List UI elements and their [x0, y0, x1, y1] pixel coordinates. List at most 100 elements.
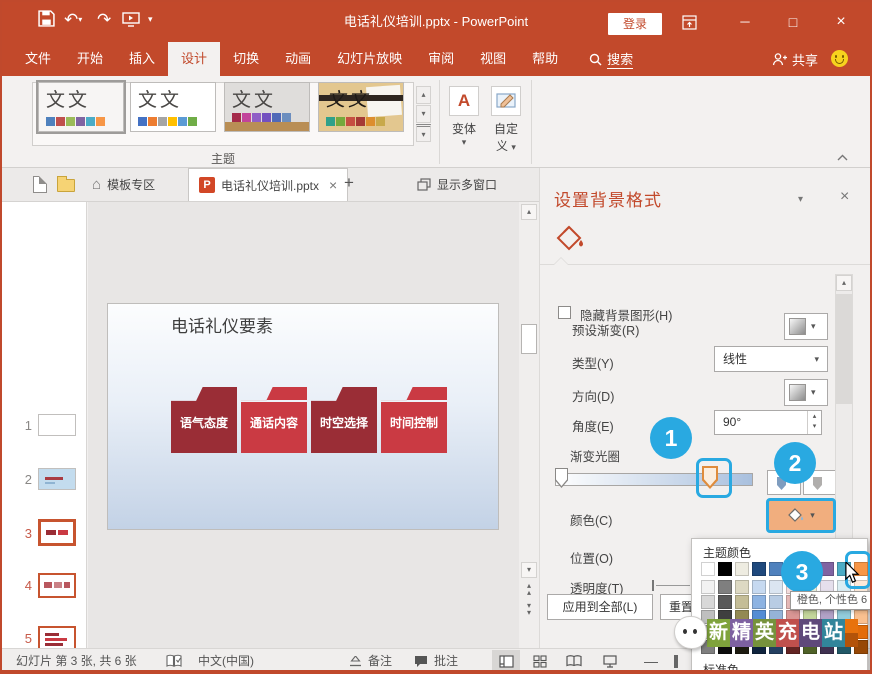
variants-button[interactable]: 变体 ▾	[442, 120, 486, 148]
tab-transitions[interactable]: 切换	[220, 42, 272, 76]
customize-button[interactable]: 自定 义 ▾	[484, 120, 528, 154]
variants-icon[interactable]: A	[449, 86, 479, 116]
start-slideshow-icon[interactable]	[122, 12, 140, 27]
preset-gradient-dropdown[interactable]: ▾	[784, 313, 828, 340]
pane-scroll-up-icon[interactable]: ▴	[836, 275, 852, 291]
folder-shape-2[interactable]: 通话内容	[241, 387, 307, 453]
color-swatch[interactable]	[701, 580, 715, 594]
slide-thumbnail-1[interactable]	[38, 414, 76, 436]
color-swatch[interactable]	[752, 580, 766, 594]
color-swatch[interactable]	[718, 562, 732, 576]
tab-insert[interactable]: 插入	[116, 42, 168, 76]
slide-thumbnail-2[interactable]	[38, 468, 76, 490]
maximize-button[interactable]: □	[778, 11, 808, 33]
theme-thumbnail-3[interactable]: 文文	[224, 82, 310, 132]
angle-spinner[interactable]: 90° ▴ ▾	[714, 410, 822, 435]
color-swatch[interactable]	[718, 580, 732, 594]
tab-file[interactable]: 文件	[12, 42, 64, 76]
direction-dropdown[interactable]: ▾	[784, 379, 828, 406]
color-dropdown-button[interactable]: ▾	[766, 498, 836, 533]
search-box[interactable]: 搜索	[577, 42, 645, 76]
theme-thumbnail-2[interactable]: 文文	[130, 82, 216, 132]
gallery-more-icon[interactable]: ▾	[416, 124, 431, 142]
color-swatch[interactable]	[735, 562, 749, 576]
slide-title[interactable]: 电话礼仪要素	[171, 312, 273, 337]
tab-active-document[interactable]: P 电话礼仪培训.pptx ×	[188, 168, 349, 201]
tab-slideshow[interactable]: 幻灯片放映	[324, 42, 415, 76]
theme-swatch	[262, 113, 271, 122]
folder-shape-1[interactable]: 语气态度	[171, 387, 237, 453]
color-swatch[interactable]	[769, 580, 783, 594]
new-tab-icon[interactable]: +	[344, 173, 354, 193]
tab-animations[interactable]: 动画	[272, 42, 324, 76]
slideshow-view-icon[interactable]	[596, 650, 624, 672]
watermark-text: 新精英充电站	[707, 618, 845, 647]
color-swatch[interactable]	[701, 562, 715, 576]
scrollbar-thumb[interactable]	[521, 324, 537, 354]
watermark-char: 电	[799, 618, 822, 647]
tab-view[interactable]: 视图	[467, 42, 519, 76]
pane-menu-chevron-icon[interactable]: ▾	[798, 194, 803, 205]
next-slide-icon[interactable]: ▾ ▾	[521, 602, 537, 618]
pane-scrollbar-thumb[interactable]	[836, 294, 852, 404]
transparency-slider-handle[interactable]	[652, 580, 654, 591]
color-swatch[interactable]	[701, 595, 715, 609]
share-button[interactable]: 共享	[772, 42, 818, 76]
tab-review[interactable]: 审阅	[415, 42, 467, 76]
gallery-down-icon[interactable]: ▾	[416, 105, 431, 123]
reading-view-icon[interactable]	[560, 650, 588, 672]
search-icon	[589, 53, 602, 66]
normal-view-icon[interactable]	[492, 650, 520, 672]
previous-slide-icon[interactable]: ▴ ▴	[521, 582, 537, 598]
tab-template-zone[interactable]: ⌂ 模板专区	[82, 168, 165, 201]
color-swatch[interactable]	[752, 595, 766, 609]
color-swatch[interactable]	[769, 595, 783, 609]
scroll-up-icon[interactable]: ▴	[521, 204, 537, 220]
collapse-ribbon-icon[interactable]	[837, 154, 848, 161]
tab-home[interactable]: 开始	[64, 42, 116, 76]
folder-shape-4[interactable]: 时间控制	[381, 387, 447, 453]
sign-in-button[interactable]: 登录	[608, 13, 662, 35]
show-multi-window-button[interactable]: 显示多窗口	[407, 168, 507, 201]
apply-to-all-button[interactable]: 应用到全部(L)	[547, 594, 653, 620]
close-button[interactable]: ×	[826, 11, 856, 33]
theme-thumbnail-4[interactable]: 文文	[318, 82, 404, 132]
theme-swatch	[168, 117, 177, 126]
open-folder-icon[interactable]	[57, 176, 75, 192]
ribbon-display-options-icon[interactable]	[682, 15, 697, 30]
minimize-button[interactable]: ─	[730, 11, 760, 33]
title-bar: 电话礼仪培训.pptx - PowerPoint ↶▾ ↷ ▾ 登录 ─ □ ×	[2, 2, 870, 42]
fill-bucket-icon[interactable]	[554, 222, 586, 254]
themes-group-label: 主题	[210, 152, 235, 166]
tab-help[interactable]: 帮助	[519, 42, 571, 76]
hide-background-checkbox[interactable]	[558, 306, 571, 319]
slide-thumbnail-4[interactable]	[38, 573, 76, 598]
zoom-slider-handle[interactable]	[674, 655, 678, 668]
color-swatch[interactable]	[735, 580, 749, 594]
slide-thumbnail-3-selected[interactable]	[38, 519, 76, 546]
undo-icon[interactable]: ↶▾	[64, 10, 82, 30]
folder-shape-3[interactable]: 时空选择	[311, 387, 377, 453]
slide-sorter-icon[interactable]	[526, 650, 554, 672]
current-slide[interactable]: 电话礼仪要素 语气态度 通话内容 时空选择 时间控制	[107, 303, 499, 530]
color-swatch[interactable]	[735, 595, 749, 609]
scroll-down-icon[interactable]: ▾	[521, 562, 537, 578]
tab-design[interactable]: 设计	[168, 42, 221, 76]
gallery-up-icon[interactable]: ▴	[416, 86, 431, 104]
standard-colors-label: 标准色	[703, 663, 740, 674]
spell-check-icon[interactable]	[166, 654, 182, 668]
qat-customize-icon[interactable]: ▾	[148, 14, 153, 25]
type-dropdown[interactable]: 线性 ▾	[714, 346, 828, 372]
new-document-icon[interactable]	[33, 176, 47, 193]
theme-thumbnail-1[interactable]: 文文	[36, 80, 126, 134]
customize-icon[interactable]	[491, 86, 521, 116]
redo-icon[interactable]: ↷	[97, 10, 111, 30]
transparency-slider-track[interactable]	[656, 585, 690, 586]
feedback-smiley-icon[interactable]	[831, 50, 848, 67]
save-icon[interactable]	[38, 10, 55, 27]
pane-title: 设置背景格式	[554, 191, 662, 210]
color-swatch[interactable]	[718, 595, 732, 609]
pane-close-icon[interactable]: ×	[840, 188, 849, 206]
close-tab-icon[interactable]: ×	[325, 177, 337, 193]
color-swatch[interactable]	[752, 562, 766, 576]
